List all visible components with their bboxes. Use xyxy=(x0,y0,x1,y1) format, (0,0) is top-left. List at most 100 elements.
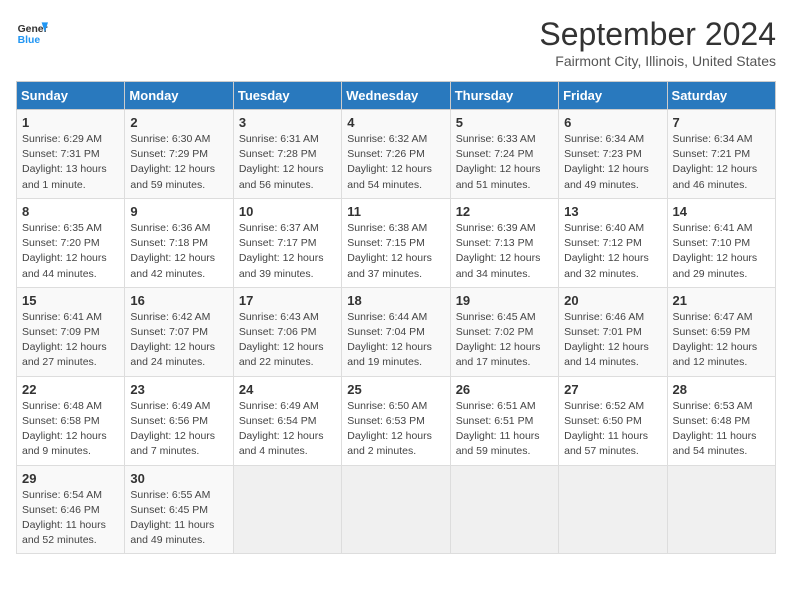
day-detail: Sunrise: 6:48 AMSunset: 6:58 PMDaylight:… xyxy=(22,399,119,460)
col-monday: Monday xyxy=(125,82,233,110)
day-number: 4 xyxy=(347,115,444,130)
calendar-cell: 5 Sunrise: 6:33 AMSunset: 7:24 PMDaylight… xyxy=(450,110,558,199)
col-friday: Friday xyxy=(559,82,667,110)
day-detail: Sunrise: 6:29 AMSunset: 7:31 PMDaylight:… xyxy=(22,132,119,193)
day-number: 7 xyxy=(673,115,770,130)
day-detail: Sunrise: 6:51 AMSunset: 6:51 PMDaylight:… xyxy=(456,399,553,460)
calendar-cell: 18 Sunrise: 6:44 AMSunset: 7:04 PMDayligh… xyxy=(342,287,450,376)
calendar-cell: 2 Sunrise: 6:30 AMSunset: 7:29 PMDaylight… xyxy=(125,110,233,199)
calendar-cell: 25 Sunrise: 6:50 AMSunset: 6:53 PMDayligh… xyxy=(342,376,450,465)
col-thursday: Thursday xyxy=(450,82,558,110)
calendar-cell: 27 Sunrise: 6:52 AMSunset: 6:50 PMDayligh… xyxy=(559,376,667,465)
day-detail: Sunrise: 6:49 AMSunset: 6:56 PMDaylight:… xyxy=(130,399,227,460)
day-detail: Sunrise: 6:43 AMSunset: 7:06 PMDaylight:… xyxy=(239,310,336,371)
day-detail: Sunrise: 6:52 AMSunset: 6:50 PMDaylight:… xyxy=(564,399,661,460)
calendar-cell: 20Sunrise: 6:46 AMSunset: 7:01 PMDayligh… xyxy=(559,287,667,376)
calendar-cell: 16 Sunrise: 6:42 AMSunset: 7:07 PMDayligh… xyxy=(125,287,233,376)
calendar-cell xyxy=(559,465,667,554)
calendar-cell: 29Sunrise: 6:54 AMSunset: 6:46 PMDayligh… xyxy=(17,465,125,554)
day-number: 17 xyxy=(239,293,336,308)
day-detail: Sunrise: 6:41 AMSunset: 7:09 PMDaylight:… xyxy=(22,310,119,371)
day-number: 19 xyxy=(456,293,553,308)
calendar-week-2: 8 Sunrise: 6:35 AMSunset: 7:20 PMDaylight… xyxy=(17,198,776,287)
col-tuesday: Tuesday xyxy=(233,82,341,110)
day-number: 27 xyxy=(564,382,661,397)
day-detail: Sunrise: 6:31 AMSunset: 7:28 PMDaylight:… xyxy=(239,132,336,193)
calendar-cell xyxy=(450,465,558,554)
day-detail: Sunrise: 6:42 AMSunset: 7:07 PMDaylight:… xyxy=(130,310,227,371)
calendar-cell: 7 Sunrise: 6:34 AMSunset: 7:21 PMDaylight… xyxy=(667,110,775,199)
day-number: 5 xyxy=(456,115,553,130)
day-detail: Sunrise: 6:45 AMSunset: 7:02 PMDaylight:… xyxy=(456,310,553,371)
day-number: 1 xyxy=(22,115,119,130)
day-number: 30 xyxy=(130,471,227,486)
day-detail: Sunrise: 6:34 AMSunset: 7:23 PMDaylight:… xyxy=(564,132,661,193)
day-detail: Sunrise: 6:35 AMSunset: 7:20 PMDaylight:… xyxy=(22,221,119,282)
col-saturday: Saturday xyxy=(667,82,775,110)
day-number: 16 xyxy=(130,293,227,308)
day-number: 14 xyxy=(673,204,770,219)
day-detail: Sunrise: 6:50 AMSunset: 6:53 PMDaylight:… xyxy=(347,399,444,460)
calendar-cell: 3 Sunrise: 6:31 AMSunset: 7:28 PMDaylight… xyxy=(233,110,341,199)
calendar-cell: 21 Sunrise: 6:47 AMSunset: 6:59 PMDayligh… xyxy=(667,287,775,376)
day-detail: Sunrise: 6:55 AMSunset: 6:45 PMDaylight:… xyxy=(130,488,227,549)
day-number: 20 xyxy=(564,293,661,308)
day-detail: Sunrise: 6:47 AMSunset: 6:59 PMDaylight:… xyxy=(673,310,770,371)
day-number: 3 xyxy=(239,115,336,130)
calendar-cell xyxy=(667,465,775,554)
day-number: 26 xyxy=(456,382,553,397)
calendar-cell: 24Sunrise: 6:49 AMSunset: 6:54 PMDayligh… xyxy=(233,376,341,465)
location: Fairmont City, Illinois, United States xyxy=(539,53,776,69)
page-header: General Blue September 2024 Fairmont Cit… xyxy=(16,16,776,69)
calendar-cell: 9 Sunrise: 6:36 AMSunset: 7:18 PMDaylight… xyxy=(125,198,233,287)
calendar-cell: 30 Sunrise: 6:55 AMSunset: 6:45 PMDayligh… xyxy=(125,465,233,554)
calendar-cell: 10Sunrise: 6:37 AMSunset: 7:17 PMDayligh… xyxy=(233,198,341,287)
day-detail: Sunrise: 6:38 AMSunset: 7:15 PMDaylight:… xyxy=(347,221,444,282)
logo-icon: General Blue xyxy=(16,16,48,48)
day-number: 25 xyxy=(347,382,444,397)
calendar-header-row: Sunday Monday Tuesday Wednesday Thursday… xyxy=(17,82,776,110)
day-number: 29 xyxy=(22,471,119,486)
day-detail: Sunrise: 6:53 AMSunset: 6:48 PMDaylight:… xyxy=(673,399,770,460)
day-number: 9 xyxy=(130,204,227,219)
calendar-cell: 23 Sunrise: 6:49 AMSunset: 6:56 PMDayligh… xyxy=(125,376,233,465)
day-detail: Sunrise: 6:40 AMSunset: 7:12 PMDaylight:… xyxy=(564,221,661,282)
calendar-cell xyxy=(233,465,341,554)
day-number: 15 xyxy=(22,293,119,308)
day-number: 11 xyxy=(347,204,444,219)
day-number: 6 xyxy=(564,115,661,130)
calendar-cell: 17 Sunrise: 6:43 AMSunset: 7:06 PMDayligh… xyxy=(233,287,341,376)
calendar-week-4: 22 Sunrise: 6:48 AMSunset: 6:58 PMDayligh… xyxy=(17,376,776,465)
col-wednesday: Wednesday xyxy=(342,82,450,110)
calendar-cell: 15 Sunrise: 6:41 AMSunset: 7:09 PMDayligh… xyxy=(17,287,125,376)
day-number: 21 xyxy=(673,293,770,308)
calendar-week-3: 15 Sunrise: 6:41 AMSunset: 7:09 PMDayligh… xyxy=(17,287,776,376)
day-number: 8 xyxy=(22,204,119,219)
day-number: 22 xyxy=(22,382,119,397)
calendar-cell: 1 Sunrise: 6:29 AMSunset: 7:31 PMDaylight… xyxy=(17,110,125,199)
day-detail: Sunrise: 6:37 AMSunset: 7:17 PMDaylight:… xyxy=(239,221,336,282)
col-sunday: Sunday xyxy=(17,82,125,110)
svg-text:Blue: Blue xyxy=(18,35,41,46)
calendar-week-1: 1 Sunrise: 6:29 AMSunset: 7:31 PMDaylight… xyxy=(17,110,776,199)
day-number: 18 xyxy=(347,293,444,308)
calendar-cell: 8 Sunrise: 6:35 AMSunset: 7:20 PMDaylight… xyxy=(17,198,125,287)
calendar-table: Sunday Monday Tuesday Wednesday Thursday… xyxy=(16,81,776,554)
calendar-cell: 28Sunrise: 6:53 AMSunset: 6:48 PMDayligh… xyxy=(667,376,775,465)
day-detail: Sunrise: 6:33 AMSunset: 7:24 PMDaylight:… xyxy=(456,132,553,193)
day-detail: Sunrise: 6:49 AMSunset: 6:54 PMDaylight:… xyxy=(239,399,336,460)
day-detail: Sunrise: 6:34 AMSunset: 7:21 PMDaylight:… xyxy=(673,132,770,193)
calendar-cell: 19 Sunrise: 6:45 AMSunset: 7:02 PMDayligh… xyxy=(450,287,558,376)
calendar-cell: 14 Sunrise: 6:41 AMSunset: 7:10 PMDayligh… xyxy=(667,198,775,287)
day-detail: Sunrise: 6:36 AMSunset: 7:18 PMDaylight:… xyxy=(130,221,227,282)
day-number: 2 xyxy=(130,115,227,130)
day-detail: Sunrise: 6:39 AMSunset: 7:13 PMDaylight:… xyxy=(456,221,553,282)
day-number: 23 xyxy=(130,382,227,397)
day-detail: Sunrise: 6:30 AMSunset: 7:29 PMDaylight:… xyxy=(130,132,227,193)
day-detail: Sunrise: 6:41 AMSunset: 7:10 PMDaylight:… xyxy=(673,221,770,282)
calendar-week-5: 29Sunrise: 6:54 AMSunset: 6:46 PMDayligh… xyxy=(17,465,776,554)
calendar-cell xyxy=(342,465,450,554)
day-detail: Sunrise: 6:44 AMSunset: 7:04 PMDaylight:… xyxy=(347,310,444,371)
calendar-cell: 26 Sunrise: 6:51 AMSunset: 6:51 PMDayligh… xyxy=(450,376,558,465)
calendar-cell: 6 Sunrise: 6:34 AMSunset: 7:23 PMDaylight… xyxy=(559,110,667,199)
